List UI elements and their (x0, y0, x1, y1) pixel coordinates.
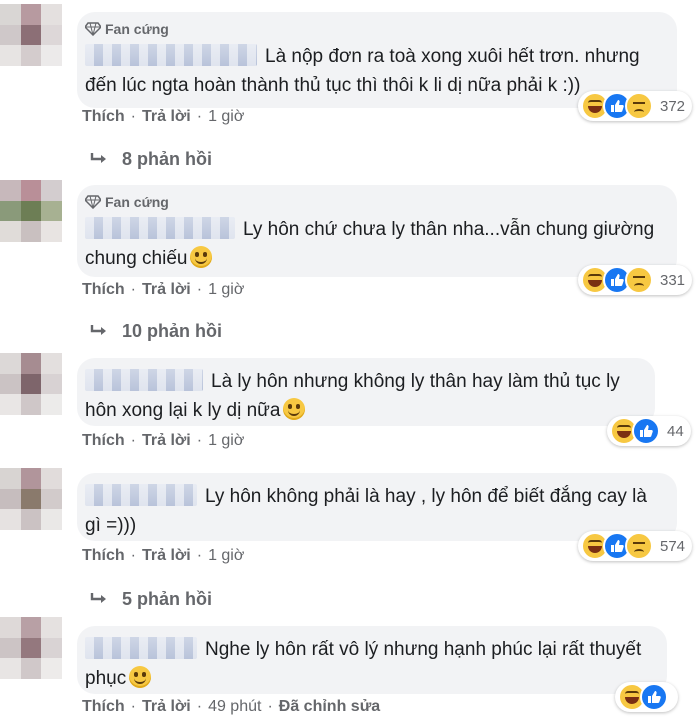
separator-dot: · (130, 432, 136, 449)
separator-dot: · (267, 698, 273, 715)
comment-actions: Thích · Trả lời · 1 giờ (82, 108, 244, 126)
like-reaction-icon (640, 683, 668, 711)
comment-bubble: Nghe ly hôn rất vô lý nhưng hạnh phúc lạ… (77, 626, 667, 694)
reply-link[interactable]: Trả lời (142, 698, 191, 715)
redacted-username[interactable] (85, 217, 235, 239)
separator-dot: · (196, 281, 203, 298)
separator-dot: · (130, 281, 136, 298)
reaction-count: 44 (667, 422, 684, 440)
reply-arrow-icon (90, 324, 106, 335)
like-link[interactable]: Thích (82, 547, 125, 564)
like-link[interactable]: Thích (82, 108, 125, 125)
comment-text-block: Là ly hôn nhưng không ly thân hay làm th… (85, 367, 641, 425)
comment-text-block: Ly hôn không phải là hay , ly hôn để biế… (85, 482, 663, 540)
timestamp[interactable]: 1 giờ (208, 281, 244, 298)
separator-dot: · (196, 698, 203, 715)
diamond-icon (85, 195, 101, 209)
separator-dot: · (196, 432, 203, 449)
fan-badge: Fan cứng (85, 20, 663, 38)
separator-dot: · (130, 108, 136, 125)
reply-link[interactable]: Trả lời (142, 108, 191, 125)
avatar[interactable] (0, 353, 62, 415)
timestamp[interactable]: 1 giờ (208, 108, 244, 125)
reaction-summary[interactable]: 574 (578, 531, 693, 561)
separator-dot: · (196, 547, 203, 564)
sad-reaction-icon (625, 266, 653, 294)
comment-text-block: Nghe ly hôn rất vô lý nhưng hạnh phúc lạ… (85, 635, 653, 693)
avatar[interactable] (0, 4, 62, 66)
redacted-username[interactable] (85, 369, 203, 391)
reaction-summary[interactable]: 331 (578, 265, 693, 295)
reply-arrow-icon (90, 592, 106, 603)
reply-link[interactable]: Trả lời (142, 432, 191, 449)
replies-count: 10 phản hồi (122, 321, 223, 341)
diamond-icon (85, 22, 101, 36)
like-link[interactable]: Thích (82, 281, 125, 298)
separator-dot: · (130, 547, 136, 564)
separator-dot: · (130, 698, 136, 715)
like-reaction-icon (632, 417, 660, 445)
avatar[interactable] (0, 180, 62, 242)
edited-label[interactable]: Đã chỉnh sửa (279, 698, 380, 715)
badge-label: Fan cứng (105, 21, 169, 37)
reaction-summary[interactable]: 44 (607, 416, 691, 446)
view-replies-button[interactable]: 8 phản hồi (90, 149, 212, 170)
badge-label: Fan cứng (105, 194, 169, 210)
reaction-count: 574 (660, 537, 686, 555)
view-replies-button[interactable]: 5 phản hồi (90, 589, 212, 610)
comment-bubble: Là ly hôn nhưng không ly thân hay làm th… (77, 358, 655, 426)
comment-text-block: Ly hôn chứ chưa ly thân nha...vẫn chung … (85, 215, 663, 273)
comment-actions: Thích · Trả lời · 1 giờ (82, 547, 244, 565)
comment-bubble: Fan cứng Ly hôn chứ chưa ly thân nha...v… (77, 185, 677, 277)
replies-count: 8 phản hồi (122, 149, 212, 169)
timestamp[interactable]: 1 giờ (208, 547, 244, 564)
thinking-emoji (283, 398, 306, 420)
sad-reaction-icon (625, 92, 653, 120)
sad-reaction-icon (625, 532, 653, 560)
reaction-summary[interactable]: 372 (578, 91, 693, 121)
reply-link[interactable]: Trả lời (142, 547, 191, 564)
redacted-username[interactable] (85, 44, 257, 66)
like-link[interactable]: Thích (82, 698, 125, 715)
fan-badge: Fan cứng (85, 193, 663, 211)
comment-text-block: Là nộp đơn ra toà xong xuôi hết trơn. nh… (85, 42, 663, 100)
comment-actions: Thích · Trả lời · 49 phút · Đã chỉnh sửa (82, 698, 380, 716)
avatar[interactable] (0, 468, 62, 530)
replies-count: 5 phản hồi (122, 589, 212, 609)
timestamp[interactable]: 1 giờ (208, 432, 244, 449)
smiling-wink-emoji (190, 246, 213, 268)
redacted-username[interactable] (85, 637, 197, 659)
reaction-count: 331 (660, 271, 686, 289)
comment-bubble: Ly hôn không phải là hay , ly hôn để biế… (77, 473, 677, 541)
reaction-summary[interactable] (615, 682, 678, 712)
timestamp[interactable]: 49 phút (208, 698, 261, 715)
comment-actions: Thích · Trả lời · 1 giờ (82, 432, 244, 450)
reply-arrow-icon (90, 152, 106, 163)
reply-link[interactable]: Trả lời (142, 281, 191, 298)
reaction-count: 372 (660, 97, 686, 115)
redacted-username[interactable] (85, 484, 197, 506)
tears-of-joy-emoji (129, 666, 152, 688)
view-replies-button[interactable]: 10 phản hồi (90, 321, 222, 342)
avatar[interactable] (0, 617, 62, 679)
like-link[interactable]: Thích (82, 432, 125, 449)
comment-actions: Thích · Trả lời · 1 giờ (82, 281, 244, 299)
separator-dot: · (196, 108, 203, 125)
